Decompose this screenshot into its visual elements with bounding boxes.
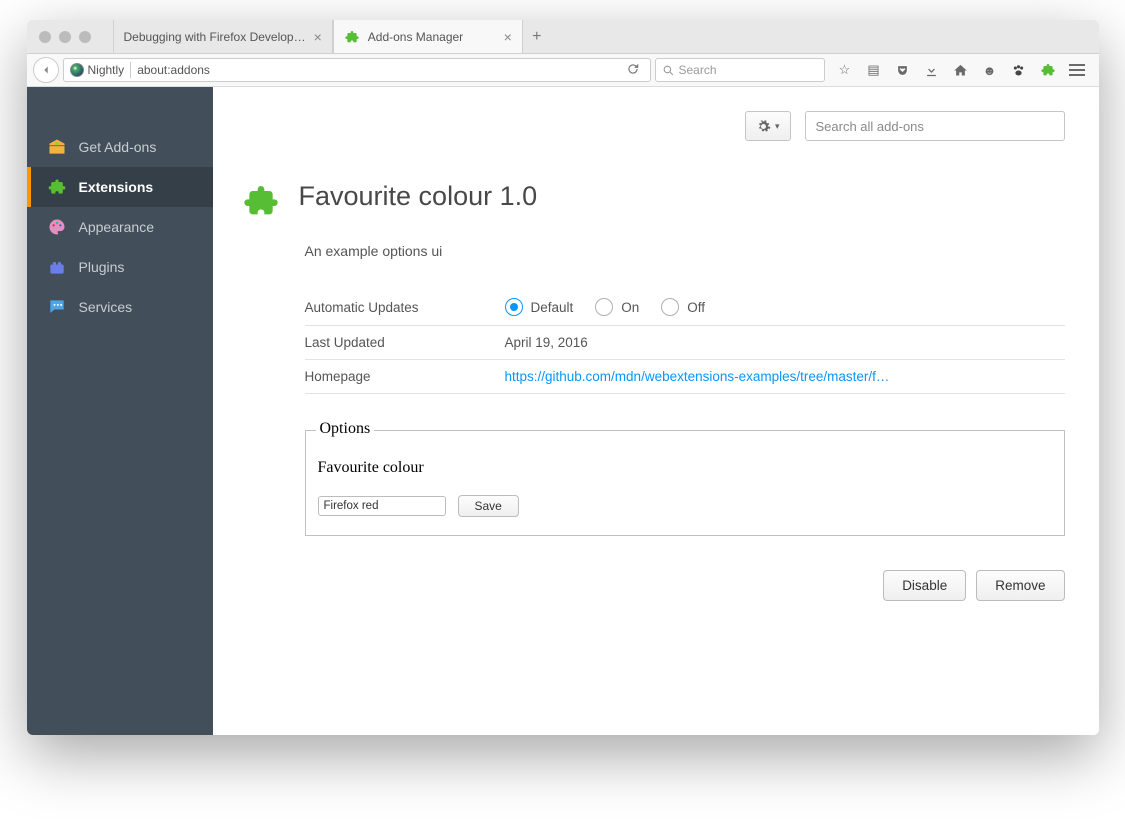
addon-actions: Disable Remove bbox=[247, 570, 1065, 601]
sidebar-item-get-addons[interactable]: Get Add-ons bbox=[27, 127, 213, 167]
titlebar: Debugging with Firefox Develop… × Add-on… bbox=[27, 20, 1099, 54]
detail-auto-updates: Automatic Updates Default On Off bbox=[305, 289, 1065, 326]
search-bar[interactable]: Search bbox=[655, 58, 825, 82]
reload-button[interactable] bbox=[622, 62, 644, 79]
radio-label: Default bbox=[531, 300, 574, 315]
toolbar-icons: ☆ ▤ ☻ bbox=[829, 62, 1093, 78]
tab-2[interactable]: Add-ons Manager × bbox=[333, 20, 523, 53]
homepage-link[interactable]: https://github.com/mdn/webextensions-exa… bbox=[505, 369, 1065, 384]
gear-icon bbox=[756, 119, 771, 134]
addon-description: An example options ui bbox=[305, 243, 1065, 259]
addons-puzzle-icon[interactable] bbox=[1040, 62, 1056, 78]
addon-title: Favourite colour 1.0 bbox=[299, 181, 538, 212]
radio-icon bbox=[505, 298, 523, 316]
sidebar-item-extensions[interactable]: Extensions bbox=[27, 167, 213, 207]
box-icon bbox=[47, 137, 67, 157]
sidebar-item-label: Appearance bbox=[79, 219, 155, 235]
sidebar-item-appearance[interactable]: Appearance bbox=[27, 207, 213, 247]
sidebar-item-label: Extensions bbox=[79, 179, 154, 195]
palette-icon bbox=[47, 217, 67, 237]
tab-label: Debugging with Firefox Develop… bbox=[124, 30, 306, 44]
search-placeholder: Search bbox=[679, 63, 717, 77]
radio-icon bbox=[595, 298, 613, 316]
paw-icon[interactable] bbox=[1011, 62, 1027, 78]
detail-label: Homepage bbox=[305, 369, 505, 384]
disable-button[interactable]: Disable bbox=[883, 570, 966, 601]
url-text: about:addons bbox=[137, 63, 615, 77]
search-addons-input[interactable] bbox=[805, 111, 1065, 141]
home-icon[interactable] bbox=[953, 62, 969, 78]
reader-list-icon[interactable]: ▤ bbox=[866, 62, 882, 78]
radio-icon bbox=[661, 298, 679, 316]
detail-label: Last Updated bbox=[305, 335, 505, 350]
save-button[interactable]: Save bbox=[458, 495, 519, 517]
chevron-down-icon: ▾ bbox=[775, 121, 780, 132]
options-field-label: Favourite colour bbox=[318, 459, 1052, 477]
pocket-icon[interactable] bbox=[895, 62, 911, 78]
options-legend: Options bbox=[316, 420, 375, 438]
toolbar: Nightly about:addons Search ☆ ▤ ☻ bbox=[27, 54, 1099, 87]
window-controls bbox=[27, 31, 103, 43]
options-panel: Options Favourite colour Save bbox=[305, 430, 1065, 536]
content-area: Get Add-ons Extensions Appearance Plugin… bbox=[27, 87, 1099, 735]
minimize-window-button[interactable] bbox=[59, 31, 71, 43]
sidebar-item-label: Services bbox=[79, 299, 133, 315]
auto-updates-radios: Default On Off bbox=[505, 298, 1065, 316]
addon-name: Favourite colour bbox=[299, 181, 493, 211]
radio-label: On bbox=[621, 300, 639, 315]
radio-off[interactable]: Off bbox=[661, 298, 705, 316]
sidebar-item-plugins[interactable]: Plugins bbox=[27, 247, 213, 287]
sidebar-item-label: Plugins bbox=[79, 259, 125, 275]
tools-menu-button[interactable]: ▾ bbox=[745, 111, 791, 141]
close-window-button[interactable] bbox=[39, 31, 51, 43]
addons-sidebar: Get Add-ons Extensions Appearance Plugin… bbox=[27, 87, 213, 735]
hamburger-icon bbox=[1069, 64, 1085, 76]
browser-window: Debugging with Firefox Develop… × Add-on… bbox=[27, 20, 1099, 735]
bookmark-star-icon[interactable]: ☆ bbox=[837, 62, 853, 78]
tab-1[interactable]: Debugging with Firefox Develop… × bbox=[113, 20, 333, 53]
tab-strip: Debugging with Firefox Develop… × Add-on… bbox=[113, 20, 551, 53]
puzzle-icon bbox=[241, 181, 281, 221]
addon-header: Favourite colour 1.0 bbox=[241, 181, 1065, 221]
maximize-window-button[interactable] bbox=[79, 31, 91, 43]
arrow-left-icon bbox=[39, 63, 53, 77]
close-tab-icon[interactable]: × bbox=[314, 29, 322, 45]
new-tab-button[interactable]: + bbox=[523, 20, 551, 53]
favourite-colour-input[interactable] bbox=[318, 496, 446, 516]
main-panel: ▾ Favourite colour 1.0 An example option… bbox=[213, 87, 1099, 735]
puzzle-icon bbox=[47, 177, 67, 197]
detail-label: Automatic Updates bbox=[305, 300, 505, 315]
sidebar-item-label: Get Add-ons bbox=[79, 139, 157, 155]
remove-button[interactable]: Remove bbox=[976, 570, 1064, 601]
search-icon bbox=[662, 64, 675, 77]
menu-button[interactable] bbox=[1069, 62, 1085, 78]
close-tab-icon[interactable]: × bbox=[504, 29, 512, 45]
top-controls: ▾ bbox=[247, 111, 1065, 141]
chat-icon bbox=[47, 297, 67, 317]
detail-value: April 19, 2016 bbox=[505, 335, 1065, 350]
url-bar[interactable]: Nightly about:addons bbox=[63, 58, 651, 82]
detail-last-updated: Last Updated April 19, 2016 bbox=[305, 326, 1065, 360]
downloads-icon[interactable] bbox=[924, 62, 940, 78]
nightly-icon bbox=[70, 63, 84, 77]
radio-label: Off bbox=[687, 300, 705, 315]
reload-icon bbox=[626, 62, 640, 76]
detail-homepage: Homepage https://github.com/mdn/webexten… bbox=[305, 360, 1065, 394]
lego-icon bbox=[47, 257, 67, 277]
puzzle-icon bbox=[344, 29, 360, 45]
radio-on[interactable]: On bbox=[595, 298, 639, 316]
identity-block[interactable]: Nightly bbox=[70, 63, 125, 77]
identity-label: Nightly bbox=[88, 63, 125, 77]
back-button[interactable] bbox=[33, 57, 59, 83]
sidebar-item-services[interactable]: Services bbox=[27, 287, 213, 327]
hello-icon[interactable]: ☻ bbox=[982, 62, 998, 78]
addon-version: 1.0 bbox=[500, 181, 538, 211]
tab-label: Add-ons Manager bbox=[368, 30, 463, 44]
radio-default[interactable]: Default bbox=[505, 298, 574, 316]
